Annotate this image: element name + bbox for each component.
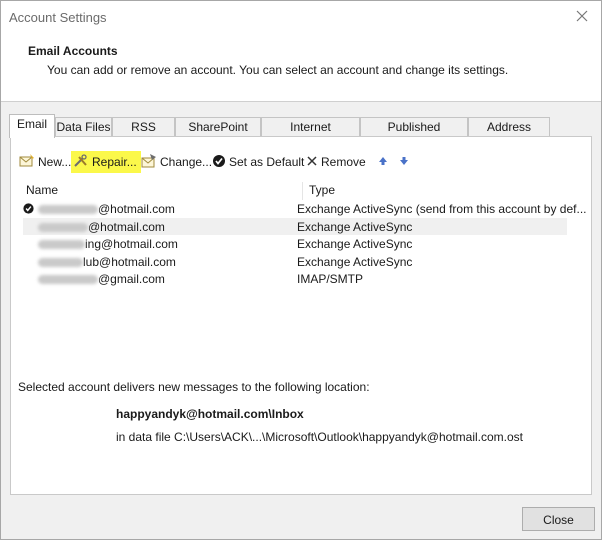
tab-data-files[interactable]: Data Files	[55, 117, 112, 136]
tab-published-calendars[interactable]: Published Calendars	[360, 117, 468, 153]
repair-label: Repair...	[92, 155, 137, 169]
default-check-icon	[23, 203, 34, 217]
header-description: You can add or remove an account. You ca…	[47, 63, 509, 77]
redacted-text	[38, 257, 83, 267]
delivery-location-label: Selected account delivers new messages t…	[18, 380, 370, 394]
change-button[interactable]: Change...	[141, 151, 212, 173]
account-row[interactable]: @gmail.com IMAP/SMTP	[23, 270, 567, 288]
delivery-location-account: happyandyk@hotmail.com\Inbox	[116, 407, 304, 421]
account-list-header: Name Type	[23, 182, 565, 200]
move-down-button[interactable]	[399, 151, 409, 173]
redacted-text	[38, 240, 85, 250]
tab-internet-calendars[interactable]: Internet Calendars	[261, 117, 360, 153]
new-button[interactable]: New...	[19, 151, 71, 173]
dialog-header: Email Accounts You can add or remove an …	[1, 33, 601, 102]
account-name-text: @hotmail.com	[98, 202, 175, 216]
column-separator	[302, 182, 303, 200]
account-name-text: @gmail.com	[98, 272, 165, 286]
move-up-icon	[378, 155, 388, 169]
account-settings-window: Account Settings Email Accounts You can …	[0, 0, 602, 540]
set-default-button[interactable]: Set as Default	[212, 151, 304, 173]
repair-button[interactable]: Repair...	[71, 151, 141, 173]
new-label: New...	[38, 155, 72, 169]
move-down-icon	[399, 155, 409, 169]
account-name-text: ing@hotmail.com	[85, 237, 178, 251]
remove-button[interactable]: Remove	[306, 151, 366, 173]
redacted-text	[38, 205, 98, 215]
tab-address-books[interactable]: Address Books	[468, 117, 550, 153]
account-type: Exchange ActiveSync (send from this acco…	[297, 202, 587, 216]
account-row[interactable]: lub@hotmail.com Exchange ActiveSync	[23, 253, 567, 271]
close-button[interactable]: Close	[522, 507, 595, 531]
column-type-header[interactable]: Type	[309, 183, 335, 197]
account-name: lub@hotmail.com	[38, 255, 176, 269]
email-panel: New... Repair... Change... Set as Defaul…	[10, 136, 592, 495]
account-name: @hotmail.com	[38, 202, 175, 216]
account-name-text: lub@hotmail.com	[83, 254, 176, 269]
remove-label: Remove	[321, 155, 366, 169]
delivery-location-data-file: in data file C:\Users\ACK\...\Microsoft\…	[116, 430, 524, 444]
set-default-label: Set as Default	[229, 155, 305, 169]
tab-sharepoint-lists[interactable]: SharePoint Lists	[175, 117, 261, 153]
header-title: Email Accounts	[28, 44, 118, 58]
account-type: Exchange ActiveSync	[297, 219, 413, 234]
account-name: @hotmail.com	[38, 220, 165, 234]
window-title: Account Settings	[9, 10, 107, 25]
change-label: Change...	[160, 155, 213, 169]
dialog-body: Email Data Files RSS Feeds SharePoint Li…	[1, 102, 601, 539]
title-bar: Account Settings	[1, 1, 601, 33]
move-up-button[interactable]	[378, 151, 388, 173]
account-name: ing@hotmail.com	[38, 237, 178, 251]
account-row[interactable]: ing@hotmail.com Exchange ActiveSync	[23, 235, 567, 253]
remove-icon	[306, 155, 318, 170]
tab-email[interactable]: Email	[9, 114, 55, 138]
redacted-text	[38, 222, 88, 232]
account-type: Exchange ActiveSync	[297, 237, 413, 251]
account-row[interactable]: @hotmail.com Exchange ActiveSync	[23, 217, 567, 235]
new-icon	[19, 153, 35, 171]
account-list: @hotmail.com Exchange ActiveSync (send f…	[23, 200, 586, 288]
repair-icon	[73, 153, 89, 171]
account-row[interactable]: @hotmail.com Exchange ActiveSync (send f…	[23, 200, 586, 218]
close-icon[interactable]	[573, 7, 591, 25]
account-type: IMAP/SMTP	[297, 272, 364, 286]
redacted-text	[38, 275, 98, 285]
tab-rss-feeds[interactable]: RSS Feeds	[112, 117, 175, 153]
column-name-header[interactable]: Name	[26, 183, 58, 197]
set-default-icon	[212, 154, 226, 171]
account-name: @gmail.com	[38, 272, 165, 286]
change-icon	[141, 153, 157, 171]
account-name-text: @hotmail.com	[88, 219, 165, 234]
account-type: Exchange ActiveSync	[297, 254, 413, 269]
